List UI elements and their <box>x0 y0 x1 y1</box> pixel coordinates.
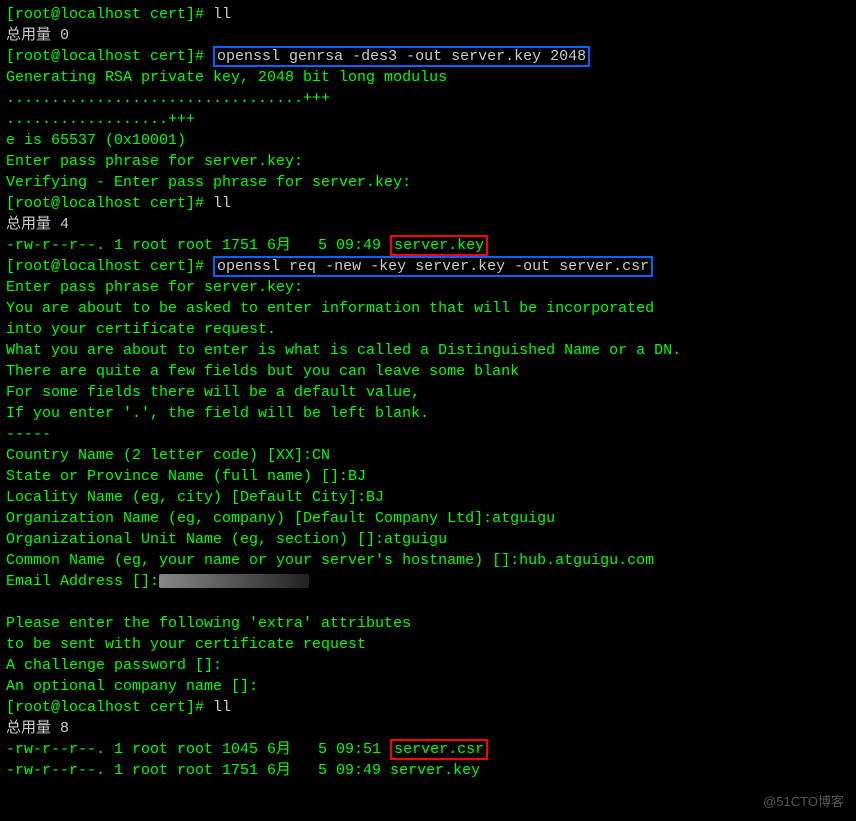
shell-prompt[interactable]: [root@localhost cert]# <box>6 6 213 23</box>
csr-prompt-org[interactable]: Organization Name (eg, company) [Default… <box>6 508 850 529</box>
shell-prompt[interactable]: [root@localhost cert]# <box>6 258 213 275</box>
file-listing-prefix: -rw-r--r--. 1 root root 1045 6月 5 09:51 <box>6 741 390 758</box>
output-line: You are about to be asked to enter infor… <box>6 298 850 319</box>
output-total: 总用量 8 <box>6 718 850 739</box>
output-line: Please enter the following 'extra' attri… <box>6 613 850 634</box>
output-line: .................................+++ <box>6 88 850 109</box>
output-line: If you enter '.', the field will be left… <box>6 403 850 424</box>
command-text: ll <box>213 6 231 23</box>
blank-line <box>6 592 850 613</box>
openssl-req-command: openssl req -new -key server.key -out se… <box>213 256 653 277</box>
csr-prompt-locality[interactable]: Locality Name (eg, city) [Default City]:… <box>6 487 850 508</box>
ls-output-line: -rw-r--r--. 1 root root 1751 6月 5 09:49 … <box>6 760 850 781</box>
watermark: @51CTO博客 <box>763 793 844 811</box>
output-line: What you are about to enter is what is c… <box>6 340 850 361</box>
csr-prompt-email[interactable]: Email Address []: <box>6 571 850 592</box>
passphrase-prompt[interactable]: Enter pass phrase for server.key: <box>6 277 850 298</box>
output-line: into your certificate request. <box>6 319 850 340</box>
output-total: 总用量 4 <box>6 214 850 235</box>
server-csr-filename: server.csr <box>390 739 488 760</box>
passphrase-prompt[interactable]: Enter pass phrase for server.key: <box>6 151 850 172</box>
command-text: ll <box>213 699 231 716</box>
output-total: 总用量 0 <box>6 25 850 46</box>
csr-prompt-optcompany[interactable]: An optional company name []: <box>6 676 850 697</box>
terminal-line: [root@localhost cert]# ll <box>6 193 850 214</box>
redacted-email <box>159 574 309 588</box>
csr-prompt-orgunit[interactable]: Organizational Unit Name (eg, section) [… <box>6 529 850 550</box>
command-text: ll <box>213 195 231 212</box>
output-line: to be sent with your certificate request <box>6 634 850 655</box>
shell-prompt[interactable]: [root@localhost cert]# <box>6 195 213 212</box>
csr-prompt-commonname[interactable]: Common Name (eg, your name or your serve… <box>6 550 850 571</box>
terminal-line: [root@localhost cert]# ll <box>6 4 850 25</box>
output-line: ..................+++ <box>6 109 850 130</box>
ls-output-line: -rw-r--r--. 1 root root 1045 6月 5 09:51 … <box>6 739 850 760</box>
output-line: For some fields there will be a default … <box>6 382 850 403</box>
output-line: There are quite a few fields but you can… <box>6 361 850 382</box>
email-label: Email Address []: <box>6 573 159 590</box>
openssl-genrsa-command: openssl genrsa -des3 -out server.key 204… <box>213 46 590 67</box>
terminal-line: [root@localhost cert]# openssl req -new … <box>6 256 850 277</box>
terminal-line: [root@localhost cert]# openssl genrsa -d… <box>6 46 850 67</box>
shell-prompt[interactable]: [root@localhost cert]# <box>6 48 213 65</box>
shell-prompt[interactable]: [root@localhost cert]# <box>6 699 213 716</box>
csr-prompt-state[interactable]: State or Province Name (full name) []:BJ <box>6 466 850 487</box>
server-key-filename: server.key <box>390 235 488 256</box>
csr-prompt-country[interactable]: Country Name (2 letter code) [XX]:CN <box>6 445 850 466</box>
csr-prompt-challenge[interactable]: A challenge password []: <box>6 655 850 676</box>
ls-output-line: -rw-r--r--. 1 root root 1751 6月 5 09:49 … <box>6 235 850 256</box>
terminal-line: [root@localhost cert]# ll <box>6 697 850 718</box>
output-line: e is 65537 (0x10001) <box>6 130 850 151</box>
output-line: ----- <box>6 424 850 445</box>
passphrase-verify-prompt[interactable]: Verifying - Enter pass phrase for server… <box>6 172 850 193</box>
output-line: Generating RSA private key, 2048 bit lon… <box>6 67 850 88</box>
file-listing-prefix: -rw-r--r--. 1 root root 1751 6月 5 09:49 <box>6 237 390 254</box>
